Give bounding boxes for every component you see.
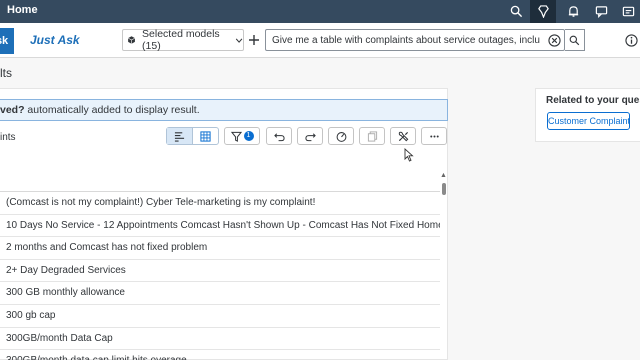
scrollbar-thumb[interactable]: [442, 183, 446, 195]
page-title: lts: [0, 66, 12, 80]
more-icon: [429, 134, 439, 138]
add-button[interactable]: [246, 31, 262, 49]
query-input[interactable]: Give me a table with complaints about se…: [265, 29, 565, 51]
app-tab[interactable]: Ask: [0, 28, 14, 54]
chevron-down-icon: [235, 38, 243, 43]
chart-view-button[interactable]: [167, 128, 193, 144]
message-bold: ved?: [0, 104, 25, 116]
table-row[interactable]: 300GB/month Data Cap: [0, 328, 440, 351]
info-icon: [624, 33, 638, 47]
table-view-button[interactable]: [193, 128, 218, 144]
query-text: Give me a table with complaints about se…: [272, 35, 540, 46]
tools-button[interactable]: [390, 127, 416, 145]
tools-icon: [398, 131, 408, 141]
table-row[interactable]: 300 GB monthly allowance: [0, 282, 440, 305]
insight-button[interactable]: [328, 127, 354, 145]
results-table: (Comcast is not my complaint!) Cyber Tel…: [0, 192, 440, 360]
model-selector[interactable]: Selected models (15): [122, 28, 244, 52]
undo-button[interactable]: [266, 127, 292, 145]
message-text: automatically added to display result.: [24, 104, 200, 116]
filter-count-badge: 1: [243, 131, 254, 141]
copy-button[interactable]: [359, 127, 385, 145]
account-icon[interactable]: [615, 0, 640, 23]
filter-button[interactable]: 1: [224, 127, 260, 145]
model-selector-label: Selected models (15): [142, 28, 220, 52]
cube-icon: [127, 36, 136, 44]
table-row[interactable]: (Comcast is not my complaint!) Cyber Tel…: [0, 192, 440, 215]
table-icon: [200, 130, 211, 142]
redo-icon: [304, 132, 316, 141]
mouse-cursor-icon: [404, 148, 414, 162]
table-row[interactable]: 300 gb cap: [0, 305, 440, 328]
shell-title[interactable]: Home: [7, 4, 38, 16]
table-row[interactable]: 2+ Day Degraded Services: [0, 260, 440, 283]
gauge-icon: [336, 131, 346, 142]
info-button[interactable]: [620, 29, 640, 51]
filter-icon: [230, 131, 242, 142]
view-toggle: [166, 127, 219, 145]
redo-button[interactable]: [297, 127, 323, 145]
app-name: Just Ask: [30, 33, 80, 47]
results-panel: ved? automatically added to display resu…: [0, 88, 448, 360]
clear-icon[interactable]: [548, 34, 561, 47]
related-topic-button[interactable]: Customer Complaint: [547, 112, 630, 130]
undo-icon: [273, 132, 285, 141]
table-row[interactable]: 2 months and Comcast has not fixed probl…: [0, 237, 440, 260]
bar-chart-icon: [174, 131, 184, 142]
app-tab-label: Ask: [0, 35, 9, 47]
search-icon: [569, 35, 580, 45]
copy-icon: [367, 130, 377, 142]
table-row[interactable]: 300GB/month data cap limit hits overage: [0, 350, 440, 360]
notification-icon[interactable]: [560, 0, 586, 23]
search-button[interactable]: [565, 29, 585, 51]
shell-bar: Home: [0, 0, 640, 23]
assistant-icon[interactable]: [530, 0, 556, 23]
table-title: ints: [0, 132, 16, 143]
info-message-strip: ved? automatically added to display resu…: [0, 99, 448, 121]
table-row[interactable]: 10 Days No Service - 12 Appointments Com…: [0, 215, 440, 238]
related-title: Related to your questi: [546, 95, 640, 106]
more-button[interactable]: [421, 127, 447, 145]
search-icon[interactable]: [503, 0, 529, 23]
chat-icon[interactable]: [588, 0, 614, 23]
app-bar: Ask Just Ask Selected models (15) Give m…: [0, 23, 640, 58]
related-panel: Related to your questi Customer Complain…: [535, 88, 640, 142]
scroll-up-icon[interactable]: ▲: [440, 172, 448, 180]
plus-icon: [249, 35, 259, 45]
